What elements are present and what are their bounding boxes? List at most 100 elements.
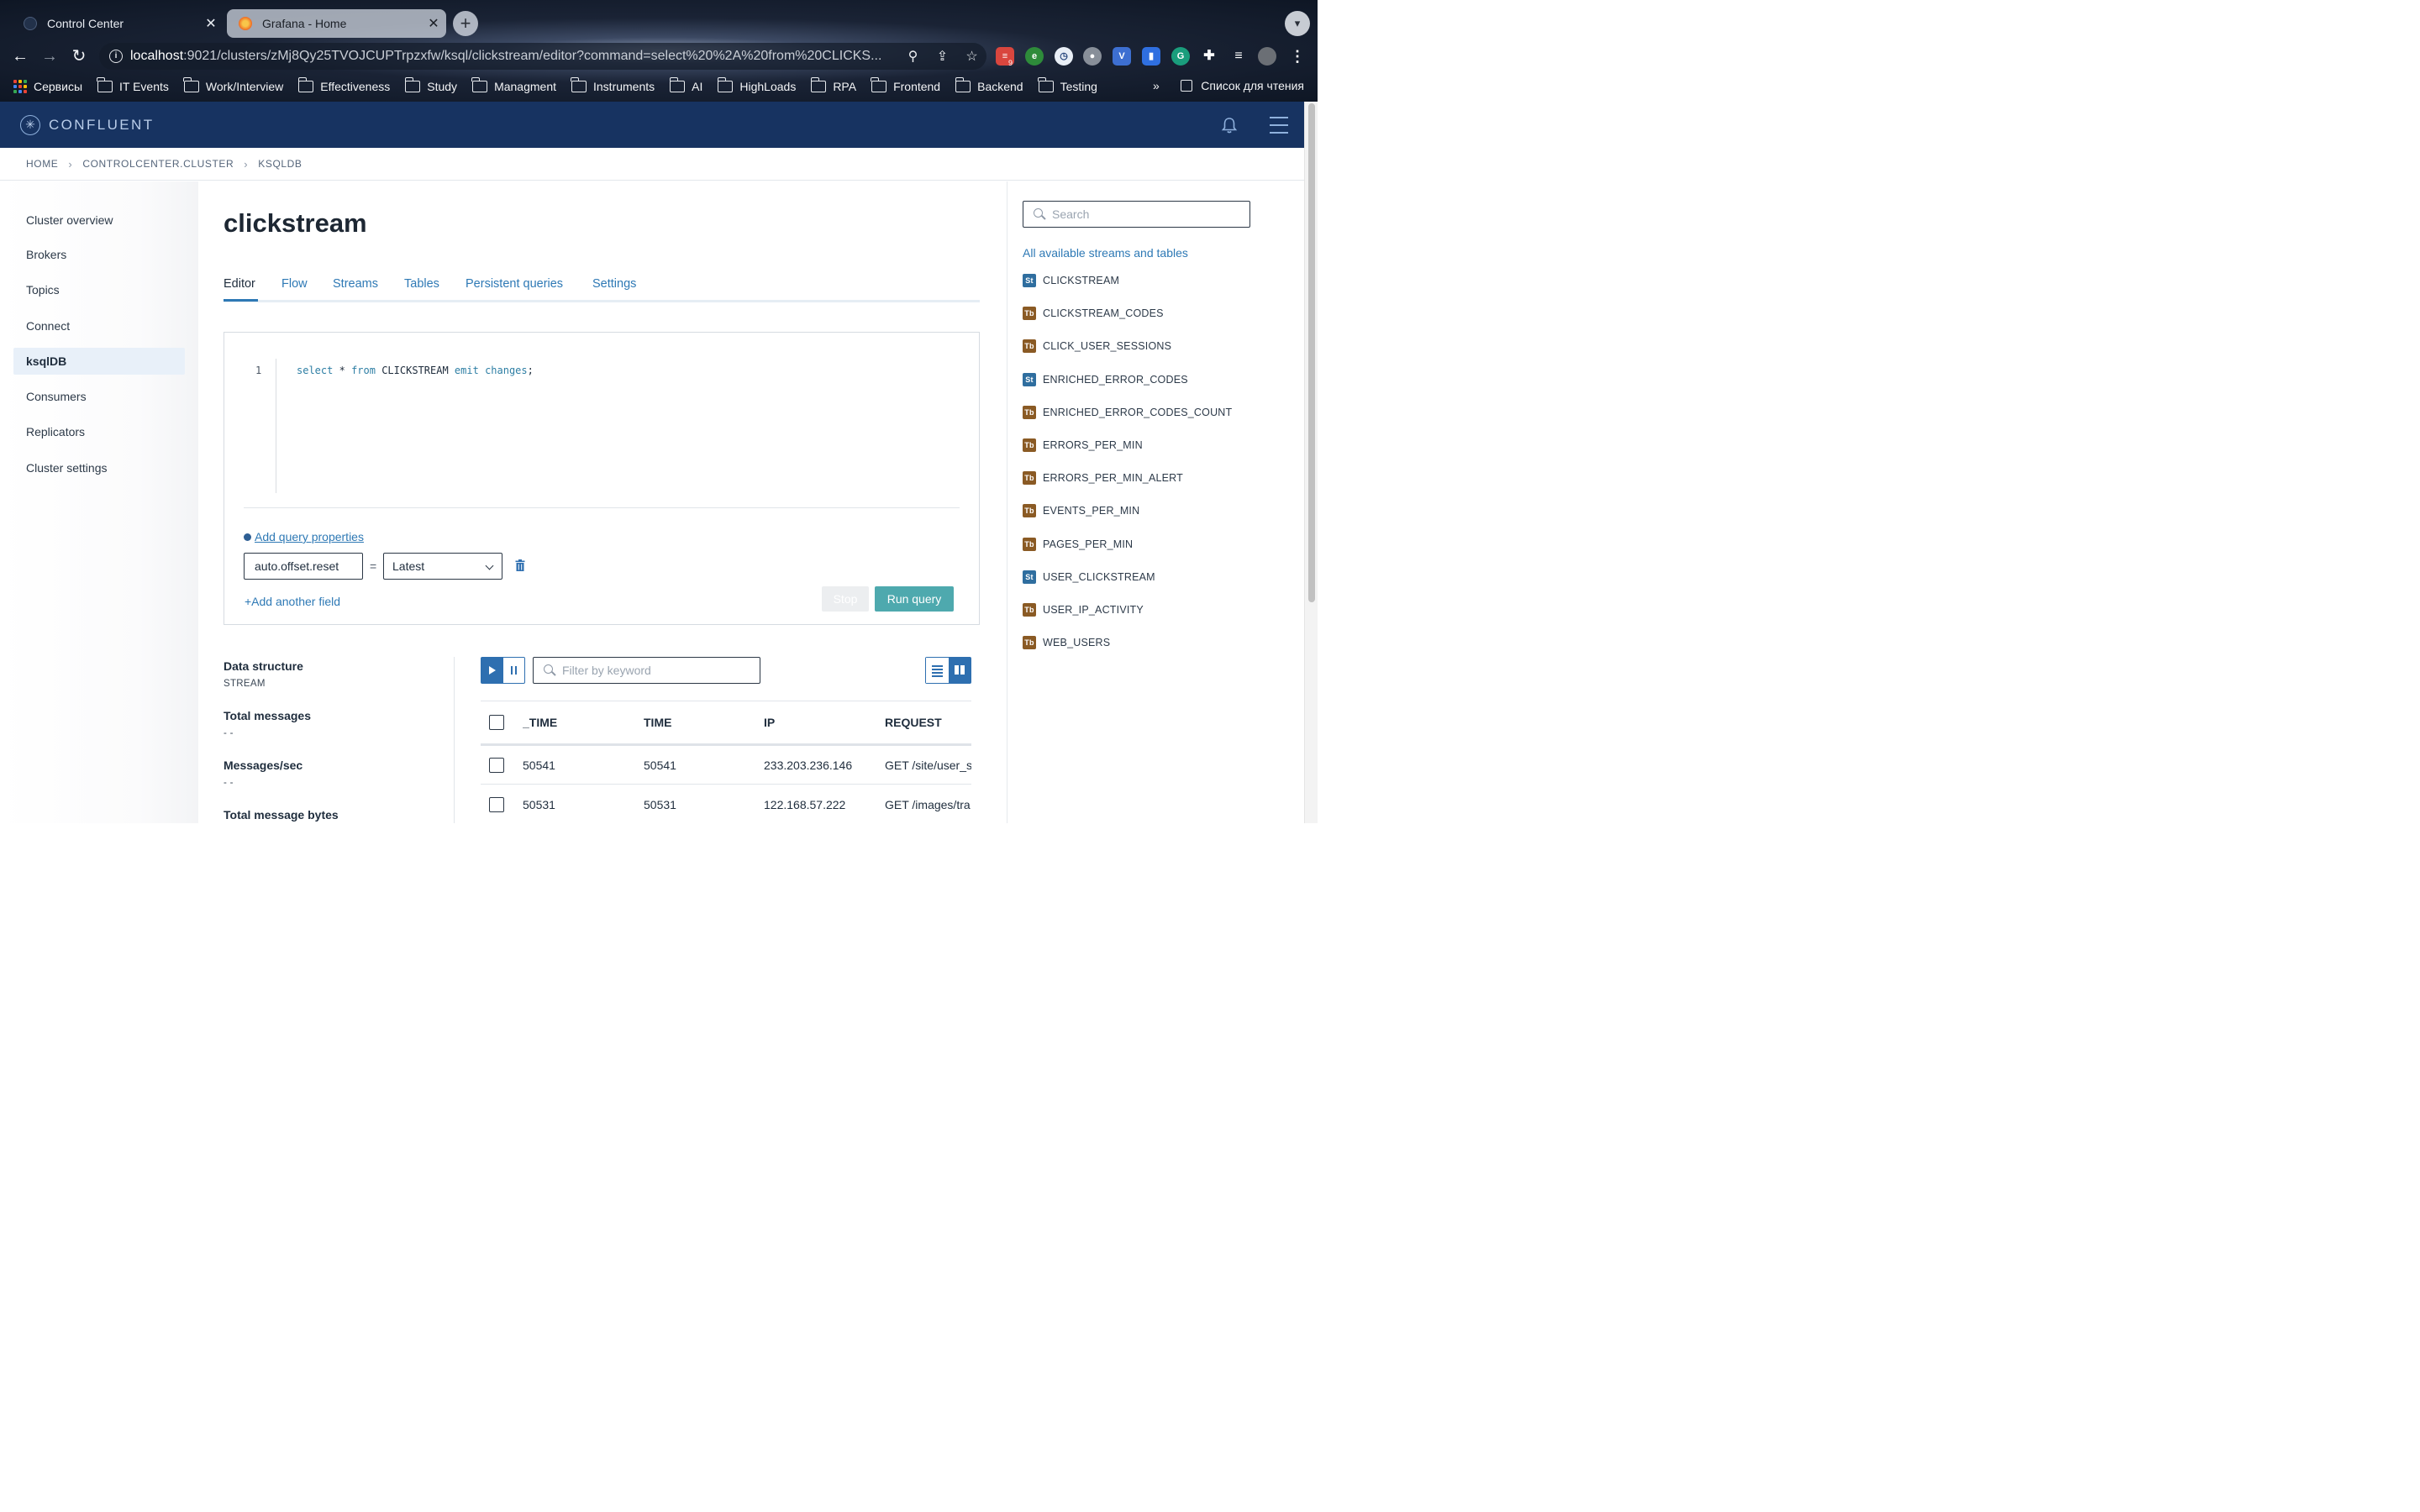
- confluent-logo-text[interactable]: CONFLUENT: [49, 117, 155, 134]
- bookmark-folder[interactable]: HighLoads: [717, 77, 796, 93]
- streams-search-field[interactable]: [1052, 207, 1237, 221]
- browser-tab-control-center[interactable]: Control Center ✕: [12, 9, 224, 38]
- bookmark-extension-icon[interactable]: ▮: [1142, 47, 1160, 66]
- bookmark-folder[interactable]: Backend: [955, 77, 1023, 93]
- browser-menu-icon[interactable]: ⋮: [1288, 47, 1307, 66]
- new-tab-plus-icon[interactable]: +: [453, 11, 478, 36]
- table-item[interactable]: Tb ENRICHED_ERROR_CODES_COUNT: [1023, 405, 1232, 420]
- streams-tables-heading[interactable]: All available streams and tables: [1023, 246, 1188, 260]
- column-header[interactable]: REQUEST: [885, 701, 971, 743]
- pause-icon[interactable]: [503, 658, 525, 683]
- apps-grid-icon[interactable]: [13, 80, 27, 93]
- sidebar-item-topics[interactable]: Topics: [13, 276, 185, 303]
- property-key-field[interactable]: auto.offset.reset: [244, 553, 363, 580]
- stream-item[interactable]: St CLICKSTREAM: [1023, 273, 1119, 288]
- table-item[interactable]: Tb EVENTS_PER_MIN: [1023, 503, 1139, 518]
- column-header[interactable]: _TIME: [523, 701, 640, 743]
- sidebar-item-ksqldb[interactable]: ksqlDB: [13, 348, 185, 375]
- play-icon[interactable]: [481, 658, 503, 683]
- bookmark-folder[interactable]: Instruments: [571, 77, 655, 93]
- notifications-bell-icon[interactable]: [1220, 116, 1239, 134]
- grammarly-extension-icon[interactable]: G: [1171, 47, 1190, 66]
- sidebar-item-cluster-settings[interactable]: Cluster settings: [13, 454, 185, 481]
- run-query-button[interactable]: Run query: [875, 586, 954, 612]
- url-text[interactable]: localhost:9021/clusters/zMj8Qy25TVOJCUPT…: [130, 49, 898, 64]
- bookmark-folder[interactable]: AI: [669, 77, 702, 93]
- close-icon[interactable]: ✕: [198, 15, 224, 32]
- page-scrollbar[interactable]: [1304, 102, 1318, 823]
- table-view-icon[interactable]: [926, 658, 949, 683]
- delete-trash-icon[interactable]: [515, 559, 525, 571]
- breadcrumb-ksqldb[interactable]: KSQLDB: [258, 158, 302, 170]
- row-checkbox[interactable]: [489, 757, 504, 773]
- sidebar-item-replicators[interactable]: Replicators: [13, 418, 185, 445]
- tab-search-chevron-icon[interactable]: ▾: [1285, 11, 1310, 36]
- table-row[interactable]: 50531 50531 122.168.57.222 GET /images/t…: [481, 785, 971, 823]
- browser-tab-grafana[interactable]: Grafana - Home ✕: [227, 9, 446, 38]
- bookmark-folder[interactable]: RPA: [810, 77, 856, 93]
- breadcrumb-home[interactable]: HOME: [26, 158, 58, 170]
- property-value-select[interactable]: Latest: [383, 553, 502, 580]
- breadcrumb-cluster[interactable]: CONTROLCENTER.CLUSTER: [82, 158, 234, 170]
- table-item[interactable]: Tb ERRORS_PER_MIN_ALERT: [1023, 470, 1183, 486]
- filter-input-field[interactable]: [562, 664, 747, 677]
- tab-settings[interactable]: Settings: [592, 277, 636, 291]
- zoom-magnifier-icon[interactable]: ⚲: [898, 48, 928, 65]
- filter-by-keyword-input[interactable]: [533, 657, 760, 684]
- tab-streams[interactable]: Streams: [333, 277, 378, 291]
- v-extension-icon[interactable]: V: [1113, 47, 1131, 66]
- table-item[interactable]: Tb CLICKSTREAM_CODES: [1023, 306, 1164, 321]
- stop-button[interactable]: Stop: [822, 586, 869, 612]
- sidebar-item-consumers[interactable]: Consumers: [13, 383, 185, 410]
- sidebar-item-cluster-overview[interactable]: Cluster overview: [13, 207, 185, 234]
- bookmark-folder[interactable]: Frontend: [871, 77, 940, 93]
- table-item[interactable]: Tb USER_IP_ACTIVITY: [1023, 602, 1144, 617]
- ksql-code-editor[interactable]: select * from CLICKSTREAM emit changes;: [297, 365, 534, 376]
- bookmark-folder[interactable]: Effectiveness: [297, 77, 390, 93]
- table-row[interactable]: 50541 50541 233.203.236.146 GET /site/us…: [481, 746, 971, 785]
- stream-item[interactable]: St ENRICHED_ERROR_CODES: [1023, 372, 1188, 387]
- bookmark-star-icon[interactable]: ☆: [957, 48, 986, 65]
- select-all-checkbox[interactable]: [489, 715, 504, 730]
- sidebar-item-brokers[interactable]: Brokers: [13, 241, 185, 268]
- sidebar-item-connect[interactable]: Connect: [13, 312, 185, 339]
- bookmark-services[interactable]: Сервисы: [34, 80, 82, 93]
- table-item[interactable]: Tb PAGES_PER_MIN: [1023, 537, 1133, 552]
- tab-flow[interactable]: Flow: [281, 277, 308, 291]
- table-item[interactable]: Tb CLICK_USER_SESSIONS: [1023, 339, 1171, 354]
- table-item[interactable]: Tb ERRORS_PER_MIN: [1023, 438, 1143, 453]
- reading-list[interactable]: Список для чтения: [1181, 79, 1304, 92]
- reload-icon[interactable]: ↻: [68, 45, 90, 67]
- puzzle-extensions-icon[interactable]: ✚: [1200, 47, 1218, 66]
- add-query-properties-link[interactable]: Add query properties: [244, 530, 364, 543]
- record-extension-icon[interactable]: ●: [1083, 47, 1102, 66]
- bookmarks-overflow-chevron[interactable]: »: [1153, 79, 1160, 92]
- profile-avatar[interactable]: [1258, 47, 1276, 66]
- clock-extension-icon[interactable]: ◷: [1055, 47, 1073, 66]
- back-arrow-icon[interactable]: ←: [9, 45, 31, 67]
- share-icon[interactable]: ⇪: [928, 48, 957, 65]
- scrollbar-thumb[interactable]: [1308, 103, 1315, 602]
- row-checkbox[interactable]: [489, 796, 504, 812]
- playlist-icon[interactable]: ≡: [1229, 47, 1248, 66]
- confluent-logo-icon[interactable]: ✳: [20, 114, 40, 135]
- bookmark-folder[interactable]: Managment: [471, 77, 556, 93]
- streams-search-input[interactable]: [1023, 201, 1250, 228]
- forward-arrow-icon[interactable]: →: [39, 45, 60, 67]
- main-menu-hamburger-icon[interactable]: [1270, 117, 1288, 134]
- add-another-field-link[interactable]: +Add another field: [245, 595, 340, 608]
- table-item[interactable]: Tb WEB_USERS: [1023, 635, 1110, 650]
- stream-item[interactable]: St USER_CLICKSTREAM: [1023, 570, 1155, 585]
- address-bar[interactable]: i localhost:9021/clusters/zMj8Qy25TVOJCU…: [99, 43, 986, 70]
- tab-tables[interactable]: Tables: [404, 277, 439, 291]
- tab-persistent-queries[interactable]: Persistent queries: [466, 277, 563, 291]
- column-header[interactable]: TIME: [644, 701, 761, 743]
- site-info-icon[interactable]: i: [109, 50, 123, 63]
- tab-editor[interactable]: Editor: [224, 277, 255, 291]
- card-view-icon[interactable]: [949, 658, 971, 683]
- bookmark-folder[interactable]: IT Events: [97, 77, 169, 93]
- bookmark-folder[interactable]: Work/Interview: [183, 77, 283, 93]
- bookmark-folder[interactable]: Study: [404, 77, 457, 93]
- evernote-extension-icon[interactable]: e: [1025, 47, 1044, 66]
- bookmark-folder[interactable]: Testing: [1037, 77, 1097, 93]
